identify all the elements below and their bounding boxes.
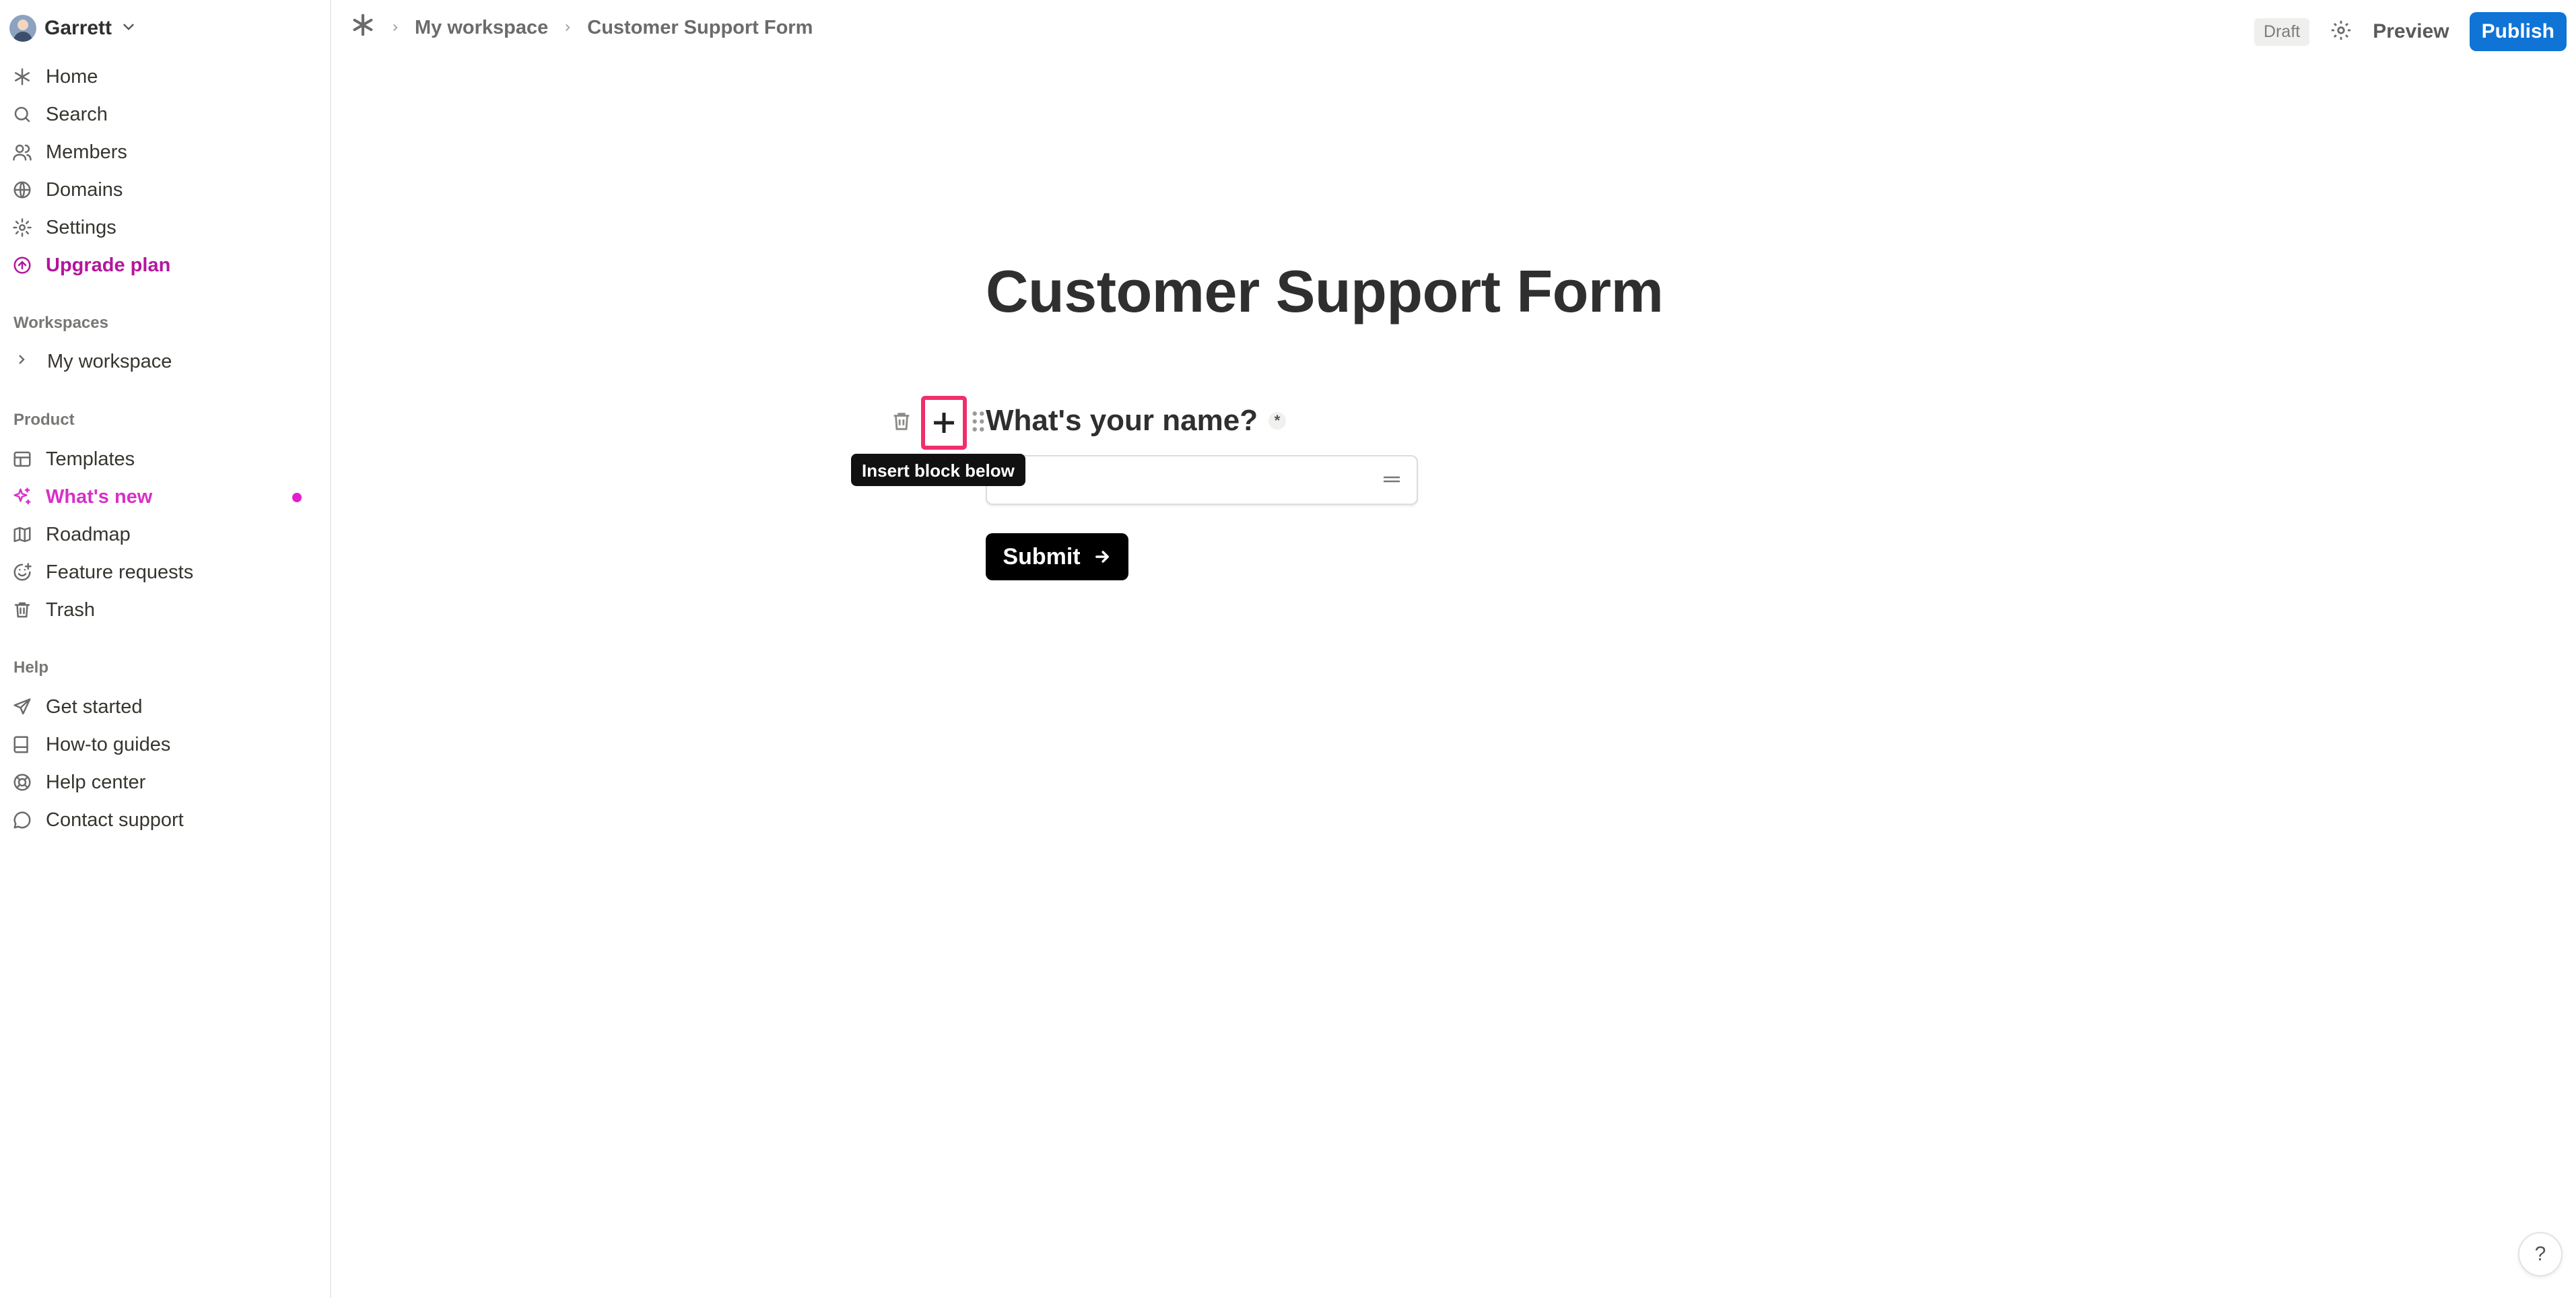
- breadcrumb-form[interactable]: Customer Support Form: [587, 17, 813, 39]
- chevron-right-icon: [13, 351, 30, 373]
- sidebar-item-label: Home: [46, 65, 98, 88]
- sidebar-item-label: Feature requests: [46, 561, 194, 583]
- question-text: What's your name?: [986, 404, 1258, 437]
- sidebar-item-label: Domains: [46, 178, 123, 201]
- search-icon: [11, 103, 34, 126]
- breadcrumb: My workspace Customer Support Form: [350, 12, 813, 43]
- section-label-help: Help: [13, 658, 49, 677]
- chevron-right-icon: [389, 17, 401, 39]
- user-menu[interactable]: Garrett: [9, 12, 137, 44]
- sidebar-item-label: What's new: [46, 485, 153, 508]
- required-mark: *: [1268, 412, 1287, 430]
- sidebar-item-label: Upgrade plan: [46, 254, 171, 276]
- submit-button[interactable]: Submit: [986, 533, 1128, 580]
- insert-block-button[interactable]: [921, 396, 967, 450]
- sidebar-item-settings[interactable]: Settings: [11, 211, 320, 244]
- globe-icon: [11, 178, 34, 201]
- sidebar-item-label: Settings: [46, 216, 116, 238]
- sidebar-item-label: Templates: [46, 448, 135, 470]
- sidebar-item-label: Help center: [46, 771, 146, 793]
- input-handle-icon: [1382, 473, 1402, 489]
- breadcrumb-workspace[interactable]: My workspace: [415, 17, 548, 39]
- message-circle-icon: [11, 809, 34, 831]
- page-title[interactable]: Customer Support Form: [986, 257, 1664, 326]
- tooltip: Insert block below: [851, 454, 1025, 486]
- sidebar-item-search[interactable]: Search: [11, 98, 320, 131]
- notification-dot: [292, 493, 302, 502]
- layout-icon: [11, 448, 34, 471]
- sidebar-item-label: Search: [46, 103, 108, 125]
- drag-handle-icon[interactable]: [971, 410, 986, 436]
- section-label-product: Product: [13, 411, 75, 429]
- gear-icon: [11, 216, 34, 239]
- sidebar-item-contact-support[interactable]: Contact support: [11, 803, 320, 837]
- user-name: Garrett: [44, 17, 112, 39]
- asterisk-logo-icon[interactable]: [350, 12, 376, 43]
- sidebar-item-trash[interactable]: Trash: [11, 593, 320, 627]
- section-label-workspaces: Workspaces: [13, 314, 108, 332]
- gear-icon[interactable]: [2330, 19, 2352, 45]
- sidebar-item-roadmap[interactable]: Roadmap: [11, 518, 320, 551]
- top-actions: Draft Preview Publish: [2254, 12, 2567, 51]
- sidebar-item-label: Roadmap: [46, 523, 131, 545]
- status-badge: Draft: [2254, 18, 2310, 46]
- trash-icon[interactable]: [890, 410, 913, 436]
- users-icon: [11, 141, 34, 164]
- avatar: [9, 15, 36, 42]
- publish-button[interactable]: Publish: [2469, 12, 2567, 51]
- name-input[interactable]: [986, 455, 1418, 505]
- help-button[interactable]: ?: [2518, 1232, 2563, 1276]
- map-icon: [11, 523, 34, 546]
- arrow-right-icon: [1095, 551, 1109, 563]
- book-icon: [11, 733, 34, 756]
- trash-icon: [11, 599, 34, 621]
- sidebar-item-label: My workspace: [47, 350, 172, 372]
- sidebar-item-my-workspace[interactable]: My workspace: [13, 345, 323, 378]
- sidebar-item-upgrade-plan[interactable]: Upgrade plan: [11, 248, 320, 282]
- smile-plus-icon: [11, 561, 34, 584]
- top-bar: My workspace Customer Support Form Draft…: [333, 0, 2576, 57]
- arrow-up-circle-icon: [11, 254, 34, 277]
- sidebar-item-feature-requests[interactable]: Feature requests: [11, 555, 320, 589]
- sidebar-item-label: Trash: [46, 599, 96, 621]
- sidebar-item-label: Get started: [46, 695, 143, 718]
- sidebar: Garrett Home Search Members Domains Sett…: [0, 0, 331, 1298]
- lifebuoy-icon: [11, 771, 34, 794]
- sidebar-item-templates[interactable]: Templates: [11, 442, 320, 476]
- sidebar-item-get-started[interactable]: Get started: [11, 690, 320, 724]
- sidebar-item-whats-new[interactable]: What's new: [11, 480, 320, 514]
- sidebar-item-label: How-to guides: [46, 733, 171, 755]
- chevron-right-icon: [562, 17, 574, 39]
- asterisk-icon: [11, 65, 34, 88]
- preview-button[interactable]: Preview: [2373, 20, 2449, 43]
- sidebar-item-help-center[interactable]: Help center: [11, 765, 320, 799]
- plus-icon: [934, 413, 954, 433]
- sidebar-item-members[interactable]: Members: [11, 135, 320, 169]
- submit-label: Submit: [1003, 543, 1081, 570]
- chevron-down-icon: [120, 18, 137, 39]
- send-icon: [11, 695, 34, 718]
- question-label[interactable]: What's your name? *: [986, 404, 1287, 438]
- block-toolbar: [890, 396, 986, 450]
- sidebar-item-home[interactable]: Home: [11, 60, 320, 94]
- sidebar-item-label: Members: [46, 141, 127, 163]
- sidebar-item-label: Contact support: [46, 809, 184, 831]
- sparkles-icon: [11, 485, 34, 508]
- sidebar-item-how-to-guides[interactable]: How-to guides: [11, 728, 320, 761]
- sidebar-item-domains[interactable]: Domains: [11, 173, 320, 207]
